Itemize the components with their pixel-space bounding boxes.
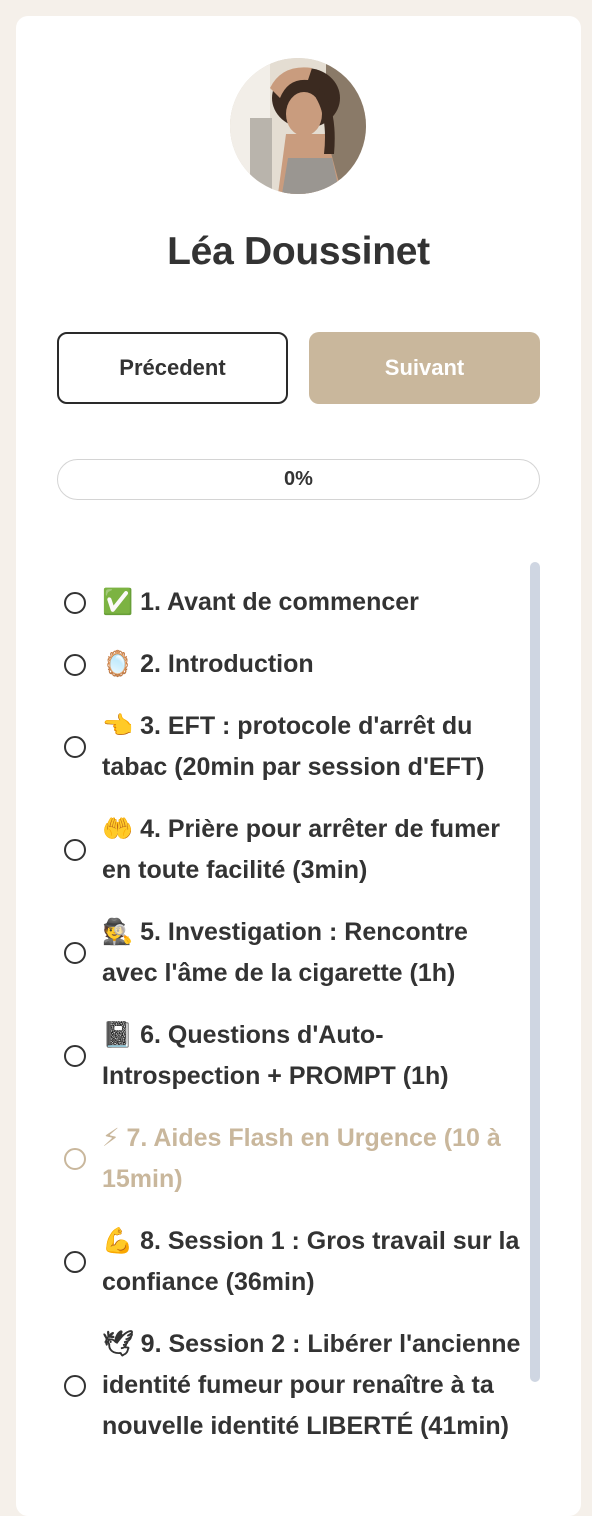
lesson-label: 📓 6. Questions d'Auto-Introspection + PR… [102, 1021, 449, 1090]
lesson-label: 🤲 4. Prière pour arrêter de fumer en tou… [102, 815, 500, 884]
radio-button-icon[interactable] [64, 736, 86, 758]
progress-label: 0% [284, 468, 313, 490]
lesson-label: 👈 3. EFT : protocole d'arrêt du tabac (2… [102, 712, 485, 781]
lesson-item[interactable]: 🪞 2. Introduction [60, 644, 530, 685]
radio-button-icon[interactable] [64, 839, 86, 861]
lesson-item[interactable]: 📓 6. Questions d'Auto-Introspection + PR… [60, 1015, 530, 1097]
lesson-item[interactable]: 💪 8. Session 1 : Gros travail sur la con… [60, 1221, 530, 1303]
lesson-item[interactable]: 👈 3. EFT : protocole d'arrêt du tabac (2… [60, 706, 530, 788]
lesson-label: ✅ 1. Avant de commencer [102, 588, 419, 616]
radio-button-icon[interactable] [64, 1374, 86, 1397]
radio-button-icon[interactable] [64, 653, 86, 676]
lesson-label: 🕵 5. Investigation : Rencontre avec l'âm… [102, 918, 468, 987]
lesson-item[interactable]: 🤲 4. Prière pour arrêter de fumer en tou… [60, 809, 530, 891]
previous-button[interactable]: Précedent [57, 332, 288, 404]
radio-button-icon[interactable] [64, 591, 86, 614]
lesson-label: 🪞 2. Introduction [102, 650, 314, 678]
radio-button-icon[interactable] [64, 1148, 86, 1170]
lesson-label: 🕊 9. Session 2 : Libérer l'ancienne iden… [102, 1330, 521, 1440]
instructor-photo [230, 58, 366, 194]
radio-button-icon[interactable] [64, 942, 86, 964]
radio-button-icon[interactable] [64, 1045, 86, 1067]
radio-button-icon[interactable] [64, 1251, 86, 1273]
lesson-label: ⚡ 7. Aides Flash en Urgence (10 à 15min) [102, 1124, 501, 1193]
scrollbar[interactable] [530, 562, 540, 1382]
instructor-name: Léa Doussinet [167, 230, 430, 273]
next-button[interactable]: Suivant [309, 332, 540, 404]
lesson-item[interactable]: 🕵 5. Investigation : Rencontre avec l'âm… [60, 912, 530, 994]
course-card: Léa Doussinet Précedent Suivant 0% ✅ 1. … [16, 16, 581, 1516]
lesson-label: 💪 8. Session 1 : Gros travail sur la con… [102, 1227, 520, 1296]
lesson-item-active[interactable]: ⚡ 7. Aides Flash en Urgence (10 à 15min) [60, 1118, 530, 1200]
progress-bar: 0% [57, 459, 540, 500]
lesson-list: ✅ 1. Avant de commencer 🪞 2. Introductio… [60, 582, 530, 1468]
avatar [230, 58, 366, 194]
lesson-item[interactable]: 🕊 9. Session 2 : Libérer l'ancienne iden… [60, 1324, 530, 1447]
lesson-item[interactable]: ✅ 1. Avant de commencer [60, 582, 530, 623]
